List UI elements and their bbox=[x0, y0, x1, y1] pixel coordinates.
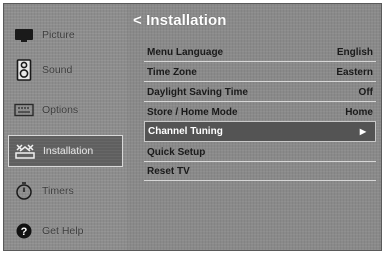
tv-icon bbox=[13, 25, 35, 45]
menu-item-quick-setup[interactable]: Quick Setup bbox=[144, 143, 376, 162]
sidebar-item-get-help[interactable]: ? Get Help bbox=[4, 215, 127, 247]
speaker-icon bbox=[13, 59, 35, 81]
menu-item-reset-tv[interactable]: Reset TV bbox=[144, 162, 376, 181]
sidebar-item-label: Picture bbox=[42, 29, 75, 41]
sidebar: Picture Sound Options Installation Timer… bbox=[4, 4, 127, 250]
menu-item-value: Home bbox=[345, 106, 373, 118]
sidebar-item-options[interactable]: Options bbox=[4, 94, 127, 126]
menu-item-time-zone[interactable]: Time Zone Eastern bbox=[144, 63, 376, 82]
sidebar-item-label: Installation bbox=[43, 145, 94, 157]
menu-item-label: Daylight Saving Time bbox=[147, 86, 248, 98]
menu-item-store-home-mode[interactable]: Store / Home Mode Home bbox=[144, 103, 376, 122]
menu-item-value: English bbox=[336, 46, 373, 58]
menu-item-label: Time Zone bbox=[147, 66, 197, 78]
menu-item-label: Channel Tuning bbox=[148, 126, 223, 137]
timer-icon bbox=[13, 181, 35, 201]
page-title[interactable]: < Installation bbox=[133, 12, 227, 29]
sidebar-item-label: Get Help bbox=[42, 225, 84, 237]
sidebar-item-label: Timers bbox=[42, 185, 74, 197]
tv-menu-screen: Picture Sound Options Installation Timer… bbox=[0, 0, 386, 254]
menu-item-menu-language[interactable]: Menu Language English bbox=[144, 43, 376, 62]
main-panel: < Installation Menu Language English Tim… bbox=[127, 4, 381, 250]
chevron-right-icon: ▶ bbox=[359, 127, 366, 136]
menu-item-channel-tuning[interactable]: Channel Tuning ▶ bbox=[144, 121, 376, 142]
menu-item-value: Eastern bbox=[336, 66, 373, 78]
svg-text:?: ? bbox=[21, 226, 28, 238]
sidebar-item-label: Sound bbox=[42, 64, 73, 76]
menu-item-label: Quick Setup bbox=[147, 146, 206, 158]
menu-item-label: Menu Language bbox=[147, 46, 224, 58]
sidebar-item-sound[interactable]: Sound bbox=[4, 54, 127, 86]
menu-item-daylight-saving-time[interactable]: Daylight Saving Time Off bbox=[144, 83, 376, 102]
sidebar-item-picture[interactable]: Picture bbox=[4, 19, 127, 51]
sidebar-item-label: Options bbox=[42, 104, 79, 116]
help-icon: ? bbox=[13, 221, 35, 241]
keyboard-icon bbox=[13, 100, 35, 120]
installation-icon bbox=[14, 141, 36, 161]
sidebar-item-installation[interactable]: Installation bbox=[8, 135, 123, 167]
menu-item-label: Store / Home Mode bbox=[147, 106, 238, 118]
menu-frame: Picture Sound Options Installation Timer… bbox=[3, 3, 382, 251]
menu-item-label: Reset TV bbox=[147, 165, 190, 177]
menu-item-value: Off bbox=[358, 86, 373, 98]
sidebar-item-timers[interactable]: Timers bbox=[4, 175, 127, 207]
